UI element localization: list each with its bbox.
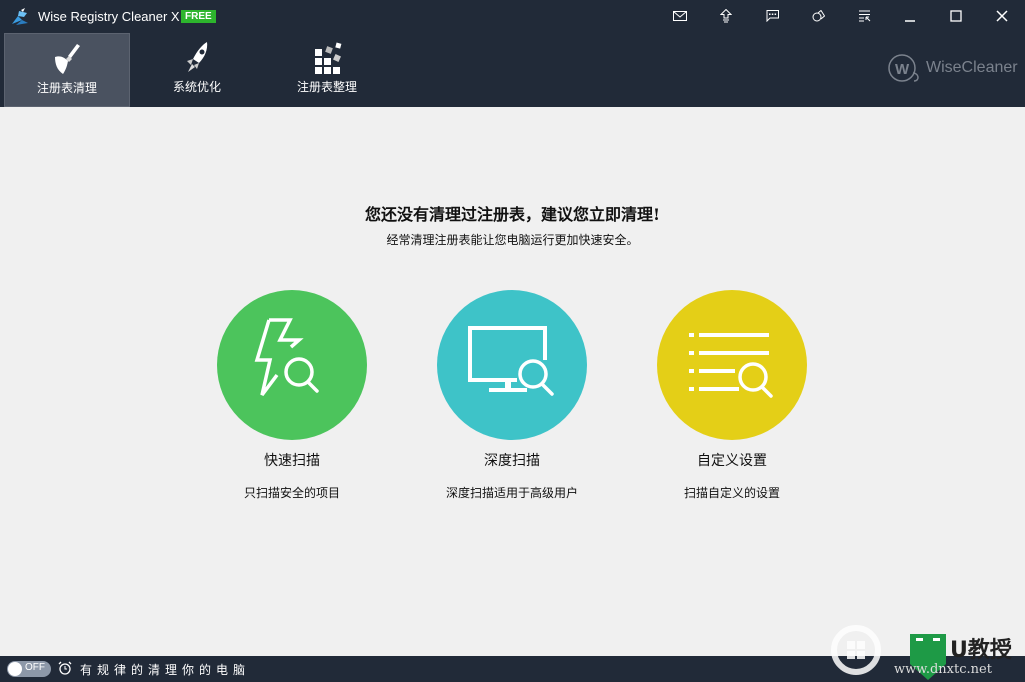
menu-icon	[858, 10, 870, 22]
card-title: 深度扫描	[484, 453, 540, 469]
alarm-clock-icon	[58, 661, 72, 675]
app-window: Wise Registry Cleaner X FREE 注册表清理 系统优化 …	[0, 0, 1025, 682]
card-title: 快速扫描	[264, 453, 320, 469]
skin-button[interactable]	[807, 7, 829, 25]
close-button[interactable]	[991, 7, 1013, 25]
tab-registry-cleaner[interactable]: 注册表清理	[4, 33, 130, 107]
deep-scan-button[interactable]	[437, 290, 587, 440]
upgrade-button[interactable]	[715, 7, 737, 25]
deep-scan-card: 深度扫描 深度扫描适用于高级用户	[422, 290, 602, 501]
free-badge: FREE	[181, 10, 216, 23]
list-search-icon	[689, 333, 773, 398]
maximize-button[interactable]	[945, 7, 967, 25]
custom-settings-button[interactable]	[657, 290, 807, 440]
quick-scan-button[interactable]	[217, 290, 367, 440]
svg-text:W: W	[895, 61, 910, 78]
wisecleaner-brand[interactable]: W WiseCleaner	[886, 53, 1018, 83]
skin-icon	[812, 9, 825, 21]
tab-label: 注册表整理	[296, 80, 357, 94]
close-icon	[996, 10, 1008, 22]
lightning-search-icon	[254, 318, 319, 397]
feedback-button[interactable]	[761, 7, 783, 25]
card-desc: 只扫描安全的项目	[243, 486, 340, 500]
schedule-toggle[interactable]: OFF	[7, 661, 51, 677]
tab-system-optimize[interactable]: 系统优化	[134, 33, 260, 107]
brand-text: WiseCleaner	[926, 59, 1018, 76]
maximize-icon	[950, 10, 962, 22]
title-bar: Wise Registry Cleaner X FREE	[0, 0, 1025, 33]
upgrade-icon	[720, 9, 732, 23]
tab-registry-defrag[interactable]: 注册表整理	[264, 33, 390, 107]
card-title: 自定义设置	[697, 453, 767, 469]
menu-button[interactable]	[853, 7, 875, 25]
custom-settings-card: 自定义设置 扫描自定义的设置	[642, 290, 822, 501]
main-headline: 您还没有清理过注册表，建议您立即清理!	[364, 205, 661, 224]
minimize-button[interactable]	[899, 7, 921, 25]
card-desc: 扫描自定义的设置	[683, 486, 780, 500]
main-subline: 经常清理注册表能让您电脑运行更加快速安全。	[386, 233, 639, 247]
status-bar: OFF 有规律的清理你的电脑	[0, 656, 1025, 682]
feedback-icon	[766, 10, 779, 22]
card-desc: 深度扫描适用于高级用户	[445, 486, 578, 500]
monitor-search-icon	[468, 326, 554, 396]
mail-button[interactable]	[669, 7, 691, 25]
app-logo-icon	[12, 8, 28, 25]
toggle-knob	[8, 662, 22, 676]
quick-scan-card: 快速扫描 只扫描安全的项目	[202, 290, 382, 501]
broom-icon	[55, 44, 80, 74]
toggle-label: OFF	[25, 662, 45, 673]
defrag-blocks-icon	[315, 42, 342, 74]
header: Wise Registry Cleaner X FREE 注册表清理 系统优化 …	[0, 0, 1025, 107]
app-title: Wise Registry Cleaner X	[38, 9, 180, 24]
minimize-icon	[905, 20, 915, 22]
mail-icon	[673, 11, 687, 21]
schedule-text: 有规律的清理你的电脑	[80, 663, 251, 677]
rocket-icon	[187, 42, 208, 72]
tab-label: 注册表清理	[36, 81, 97, 95]
tab-label: 系统优化	[172, 80, 221, 94]
wisecleaner-logo-icon: W	[888, 54, 919, 82]
